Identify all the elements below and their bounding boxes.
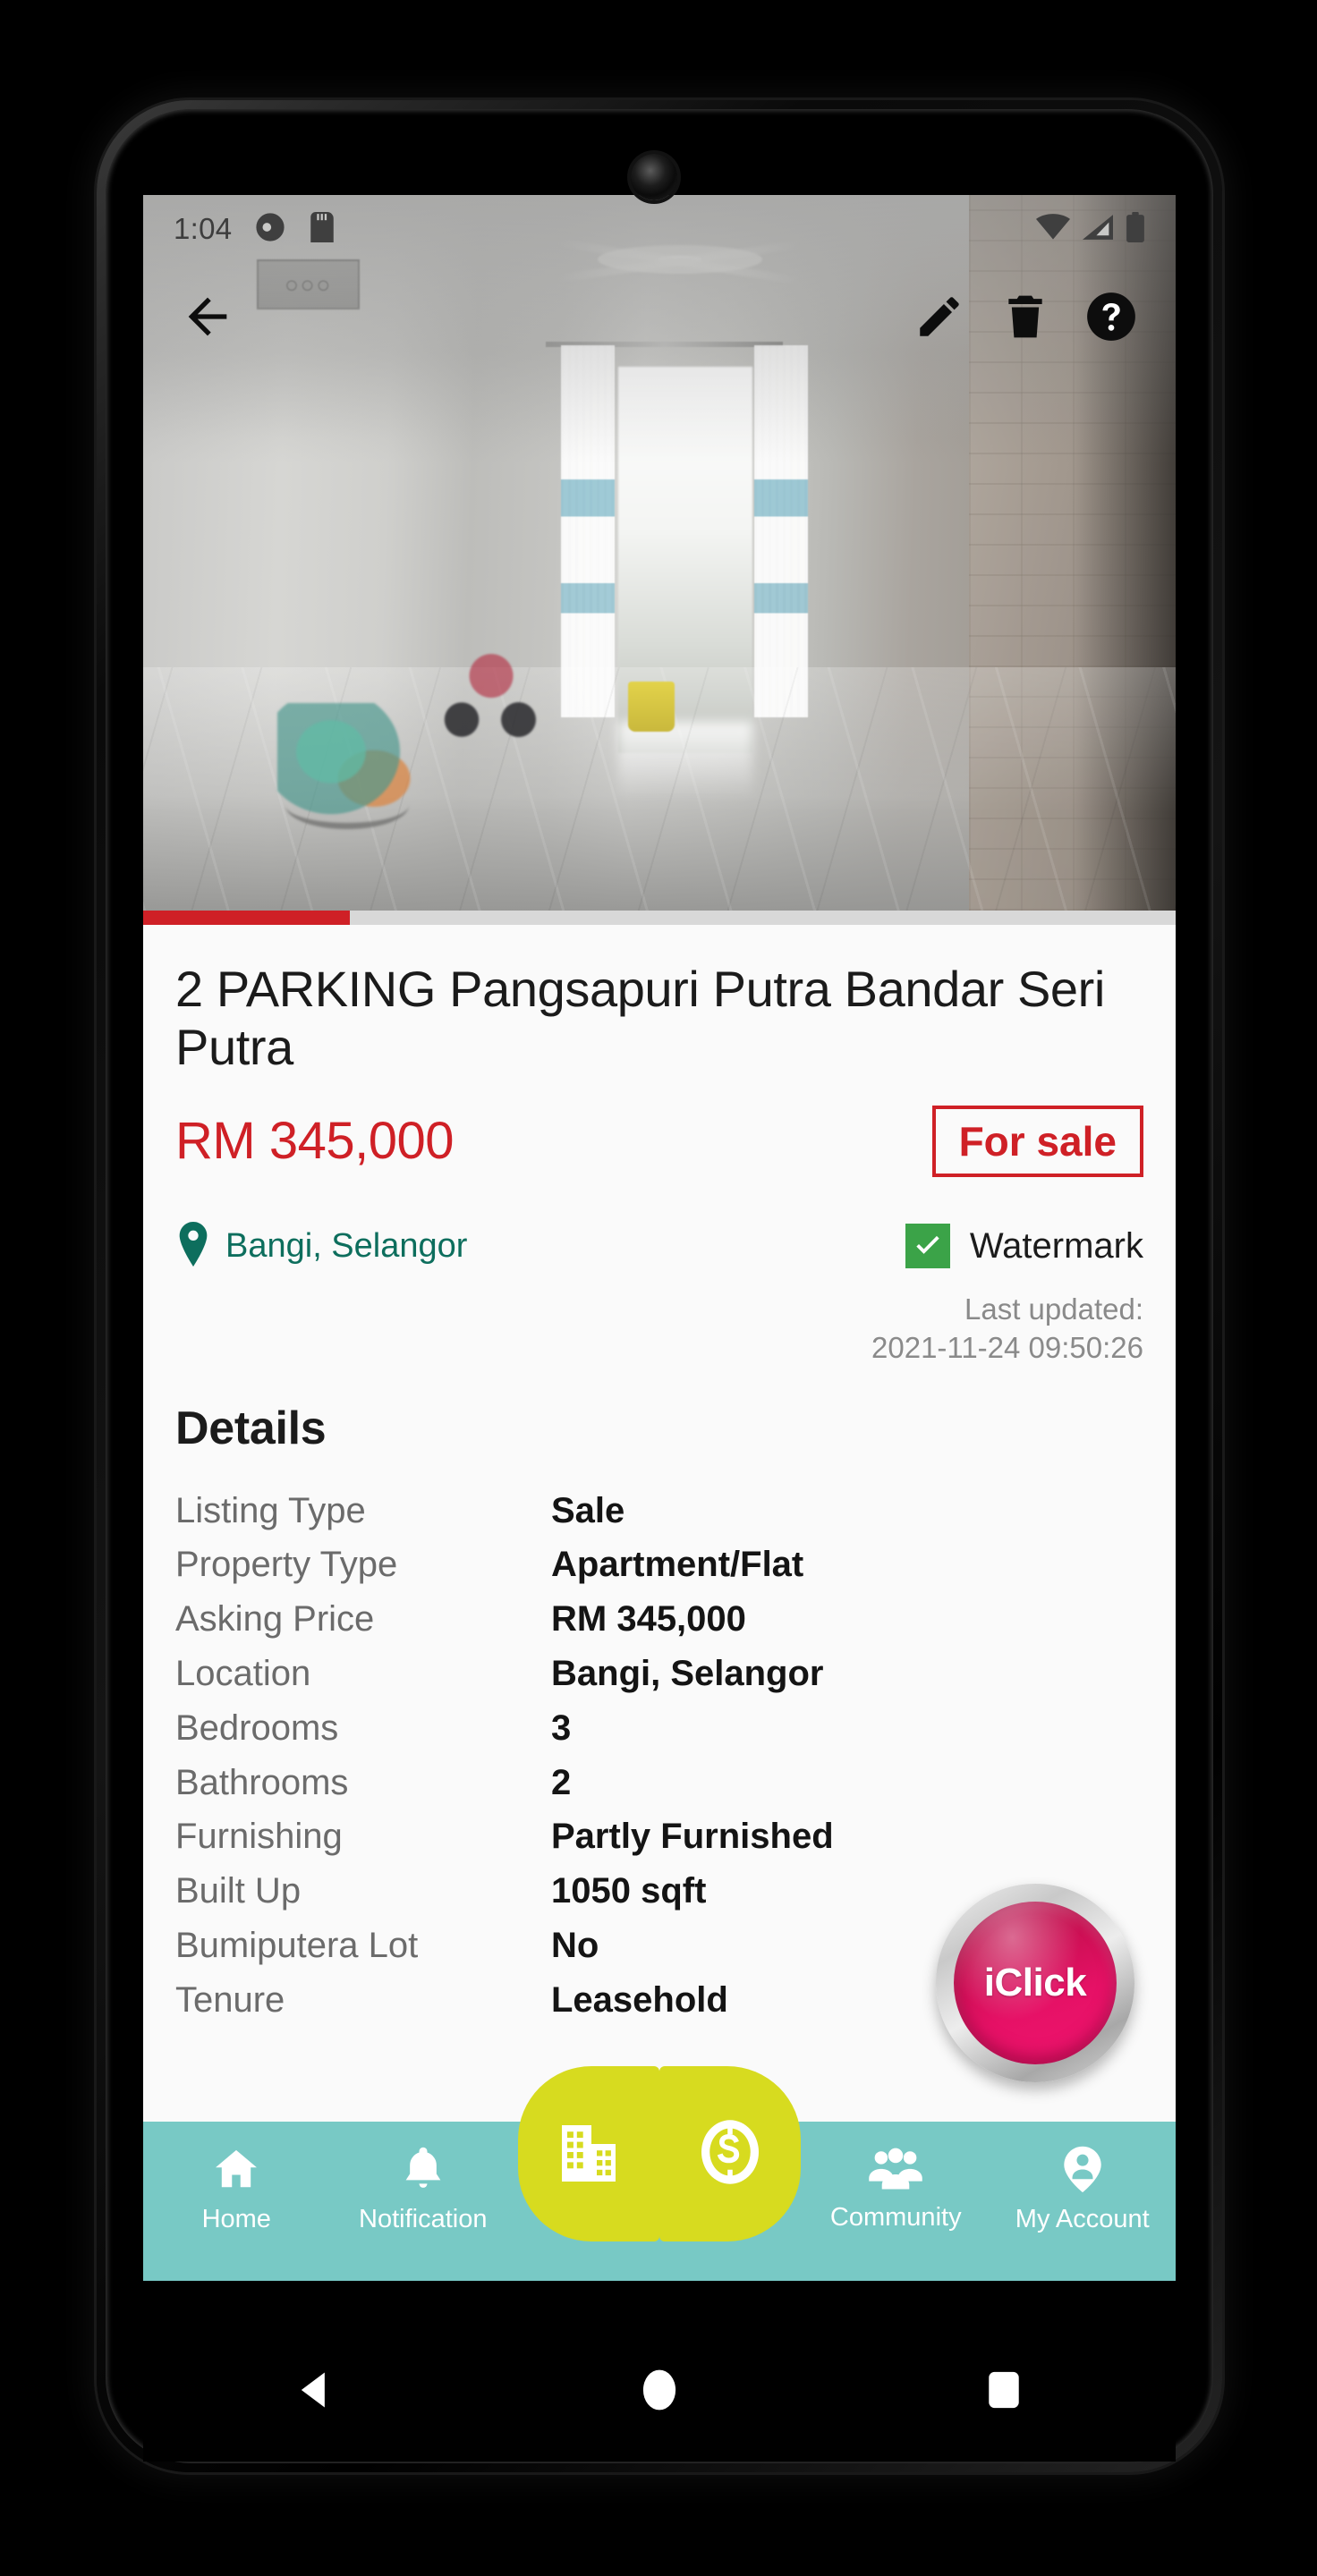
table-row: Bathrooms 2: [175, 1756, 1143, 1810]
carousel-progress-fill: [143, 911, 350, 925]
check-icon: [916, 1236, 939, 1255]
phone-screen: 1:04: [143, 195, 1176, 2281]
nav-label-notification: Notification: [359, 2205, 488, 2233]
screenshot-root: 1:04: [0, 0, 1317, 2576]
last-updated-label: Last updated:: [964, 1292, 1143, 1326]
watermark-label: Watermark: [969, 1225, 1143, 1266]
android-back-button[interactable]: [248, 2350, 382, 2430]
android-recents-button[interactable]: [937, 2350, 1071, 2430]
back-button[interactable]: [165, 274, 251, 360]
detail-value: Apartment/Flat: [551, 1545, 804, 1585]
nav-item-notification[interactable]: Notification: [330, 2122, 517, 2233]
watermark-group[interactable]: Watermark: [905, 1224, 1143, 1269]
pencil-edit-icon: [920, 297, 959, 336]
detail-label: Location: [175, 1654, 311, 1694]
detail-value: 2: [551, 1762, 572, 1802]
detail-value: Partly Furnished: [551, 1817, 834, 1857]
location-group: Bangi, Selangor: [175, 1221, 468, 1271]
table-row: Location Bangi, Selangor: [175, 1647, 1143, 1701]
location-watermark-row: Bangi, Selangor Watermark: [175, 1221, 1143, 1271]
people-group-icon: [868, 2145, 923, 2196]
listing-price: RM 345,000: [175, 1112, 454, 1171]
trash-delete-icon: [1008, 295, 1042, 338]
detail-label: Listing Type: [175, 1490, 366, 1530]
photo-bucket: [628, 682, 675, 732]
home-circle-icon: [642, 2369, 676, 2411]
detail-label: Bumiputera Lot: [175, 1926, 419, 1966]
detail-value: Sale: [551, 1490, 625, 1530]
detail-label: Property Type: [175, 1545, 398, 1585]
detail-value: 3: [551, 1707, 572, 1748]
detail-value: RM 345,000: [551, 1599, 746, 1640]
detail-label: Furnishing: [175, 1817, 343, 1857]
home-icon: [212, 2145, 260, 2198]
table-row: Property Type Apartment/Flat: [175, 1538, 1143, 1592]
nav-label-community: Community: [829, 2203, 962, 2232]
android-system-nav: [143, 2318, 1176, 2462]
delete-button[interactable]: [982, 274, 1068, 360]
nav-item-home[interactable]: Home: [143, 2122, 330, 2233]
last-updated-value: 2021-11-24 09:50:26: [871, 1330, 1143, 1364]
building-icon: [556, 2117, 622, 2191]
status-badge: For sale: [931, 1105, 1143, 1178]
detail-label: Bedrooms: [175, 1707, 339, 1748]
iclick-fab-button[interactable]: iClick: [936, 1884, 1134, 2082]
android-home-button[interactable]: [592, 2350, 726, 2430]
account-person-icon: [1060, 2145, 1105, 2198]
detail-label: Bathrooms: [175, 1762, 349, 1802]
details-heading: Details: [175, 1402, 327, 1454]
detail-toolbar: [143, 263, 1176, 370]
help-button[interactable]: [1068, 274, 1154, 360]
watermark-checkbox[interactable]: [905, 1224, 950, 1269]
photo-tricycle: [432, 624, 547, 753]
detail-label: Built Up: [175, 1871, 302, 1911]
arrow-back-icon: [188, 297, 227, 336]
front-camera-icon: [631, 154, 677, 200]
help-circle-icon: [1087, 292, 1135, 341]
location-pin-icon: [175, 1221, 211, 1271]
table-row: Bedrooms 3: [175, 1701, 1143, 1756]
page-title: 2 PARKING Pangsapuri Putra Bandar Seri P…: [175, 961, 1105, 1075]
nav-item-community[interactable]: Community: [803, 2122, 990, 2231]
bell-icon: [401, 2145, 446, 2198]
nav-label-my-account: My Account: [1015, 2205, 1150, 2233]
center-button-property[interactable]: [518, 2066, 659, 2241]
photo-baby-rocker: [277, 703, 412, 825]
detail-label: Asking Price: [175, 1599, 375, 1640]
edit-button[interactable]: [896, 274, 982, 360]
nav-item-my-account[interactable]: My Account: [990, 2122, 1177, 2233]
carousel-progress-bar[interactable]: [143, 911, 1176, 925]
iclick-fab-inner: iClick: [954, 1902, 1117, 2064]
last-updated: Last updated: 2021-11-24 09:50:26: [175, 1291, 1143, 1368]
dollar-coin-icon: [695, 2116, 765, 2192]
center-action-buttons: [518, 2066, 801, 2241]
iclick-fab-label: iClick: [983, 1961, 1087, 2004]
table-row: Asking Price RM 345,000: [175, 1592, 1143, 1647]
table-row: Furnishing Partly Furnished: [175, 1809, 1143, 1864]
center-button-finance[interactable]: [659, 2066, 801, 2241]
detail-value: Bangi, Selangor: [551, 1654, 824, 1694]
back-triangle-icon: [302, 2372, 326, 2408]
table-row: Listing Type Sale: [175, 1484, 1143, 1538]
recents-square-icon: [988, 2371, 1019, 2409]
nav-label-home: Home: [201, 2205, 271, 2233]
price-row: RM 345,000 For sale: [175, 1100, 1143, 1182]
detail-label: Tenure: [175, 1979, 285, 2020]
location-text: Bangi, Selangor: [225, 1226, 468, 1265]
